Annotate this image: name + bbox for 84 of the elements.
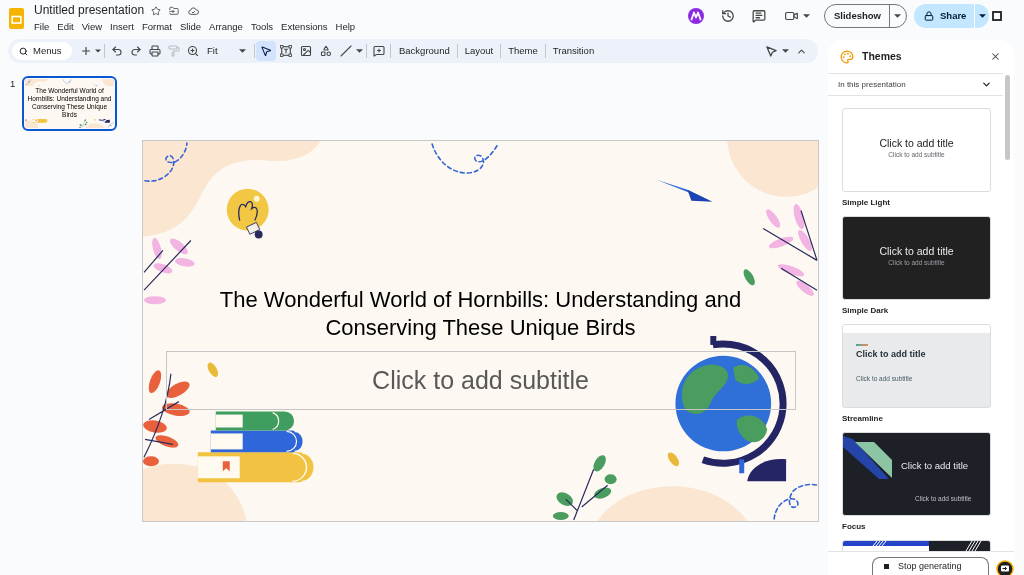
leaf-drawing: [667, 452, 680, 467]
menu-item[interactable]: Extensions: [281, 21, 328, 33]
exit-badge-icon[interactable]: [996, 560, 1014, 575]
paper-plane-drawing: [656, 179, 713, 202]
toolbar-text-button[interactable]: Layout: [460, 41, 498, 61]
history-icon: [720, 9, 735, 23]
palette-icon: [840, 49, 854, 64]
menu-item[interactable]: View: [81, 21, 103, 33]
cloud-check-icon: [187, 6, 199, 15]
dashed-swirl: [144, 142, 188, 182]
menu-item[interactable]: Format: [141, 21, 172, 33]
share-button[interactable]: Share: [914, 4, 975, 28]
cursor-arrow-icon: [260, 45, 272, 57]
theme-preview[interactable]: [842, 540, 991, 551]
caret-icon: [978, 14, 986, 18]
lock-icon: [924, 11, 934, 21]
toolbar-text-button[interactable]: Transition: [548, 41, 599, 61]
caret-icon: [803, 14, 810, 18]
zoom-icon: [186, 45, 199, 57]
leaf-drawing: [743, 269, 755, 286]
leaf-drawing: [207, 362, 219, 377]
folder-icon: [169, 5, 180, 16]
undo-icon: [110, 45, 123, 57]
caret-icon: [239, 49, 246, 53]
menu-item[interactable]: Help: [335, 21, 356, 33]
dashed-swirl: [431, 143, 499, 174]
stop-square-icon: [884, 564, 889, 569]
toolbar-text-button[interactable]: Background: [395, 41, 454, 61]
menu-search-field[interactable]: Menus: [12, 42, 72, 60]
select-tool-button[interactable]: [256, 41, 276, 61]
close-icon: [989, 51, 1001, 62]
version-history-button[interactable]: [720, 8, 735, 24]
accent-line: [856, 344, 868, 346]
leaf-branch-drawing: [552, 455, 617, 521]
extension-logo-icon[interactable]: [688, 8, 704, 24]
subtitle-placeholder-box[interactable]: Click to add subtitle: [165, 351, 796, 410]
text-box-icon: [280, 45, 292, 57]
theme-name: Streamline: [842, 413, 884, 424]
preview-title: Click to add title: [856, 348, 926, 360]
menu-item[interactable]: File: [34, 21, 50, 33]
preview-title: Click to add title: [901, 460, 969, 471]
stop-generating-button[interactable]: Stop generating: [872, 557, 989, 575]
menu-item[interactable]: Slide: [179, 21, 202, 33]
leaf-branch-drawing: [143, 237, 195, 305]
redo-icon: [129, 45, 142, 57]
square-icon[interactable]: [992, 11, 1002, 21]
theme-name: Focus: [842, 521, 867, 532]
dashed-swirl: [773, 483, 818, 520]
caret-icon: [95, 49, 101, 53]
panel-title: Themes: [862, 48, 902, 64]
menu-item[interactable]: Tools: [250, 21, 274, 33]
preview-title: Click to add title: [879, 137, 954, 150]
preview-title: Click to add title: [879, 245, 954, 258]
slide-title: The Wonderful World of Hornbills: Understanding and Conserving These Unique Birds: [218, 286, 743, 342]
shapes-icon: [320, 45, 332, 57]
slide-number: 1: [10, 78, 17, 90]
toolbar-text-button[interactable]: Theme: [504, 41, 542, 61]
video-camera-icon: [784, 9, 799, 23]
document-title[interactable]: Untitled presentation: [34, 3, 145, 18]
theme-name: Simple Light: [842, 197, 891, 208]
caret-icon: [356, 49, 363, 53]
printer-icon: [148, 45, 161, 57]
diagonal-shapes-drawing: [843, 435, 892, 480]
zoom-dropdown[interactable]: Fit: [202, 41, 250, 61]
search-icon: [19, 46, 28, 56]
theme-name: Simple Dark: [842, 305, 890, 316]
slideshow-button[interactable]: Slideshow: [825, 5, 889, 27]
star-icon: [151, 5, 162, 16]
cursor-outline-icon: [766, 45, 777, 57]
caret-icon: [894, 14, 902, 18]
plus-icon: [79, 45, 92, 57]
comment-plus-icon: [373, 45, 385, 57]
caret-icon: [782, 49, 789, 53]
comment-icon: [751, 9, 766, 23]
paint-roller-icon: [167, 45, 180, 57]
image-icon: [300, 45, 312, 57]
line-icon: [340, 45, 352, 57]
chevron-down-icon: [981, 79, 992, 90]
comments-button[interactable]: [751, 8, 766, 24]
menu-item[interactable]: Edit: [57, 21, 74, 33]
lightbulb-drawing: [226, 188, 269, 239]
theme-filter-dropdown[interactable]: In this presentation: [828, 74, 1003, 95]
menu-item[interactable]: Arrange: [209, 21, 243, 33]
menu-item[interactable]: Insert: [110, 21, 134, 33]
